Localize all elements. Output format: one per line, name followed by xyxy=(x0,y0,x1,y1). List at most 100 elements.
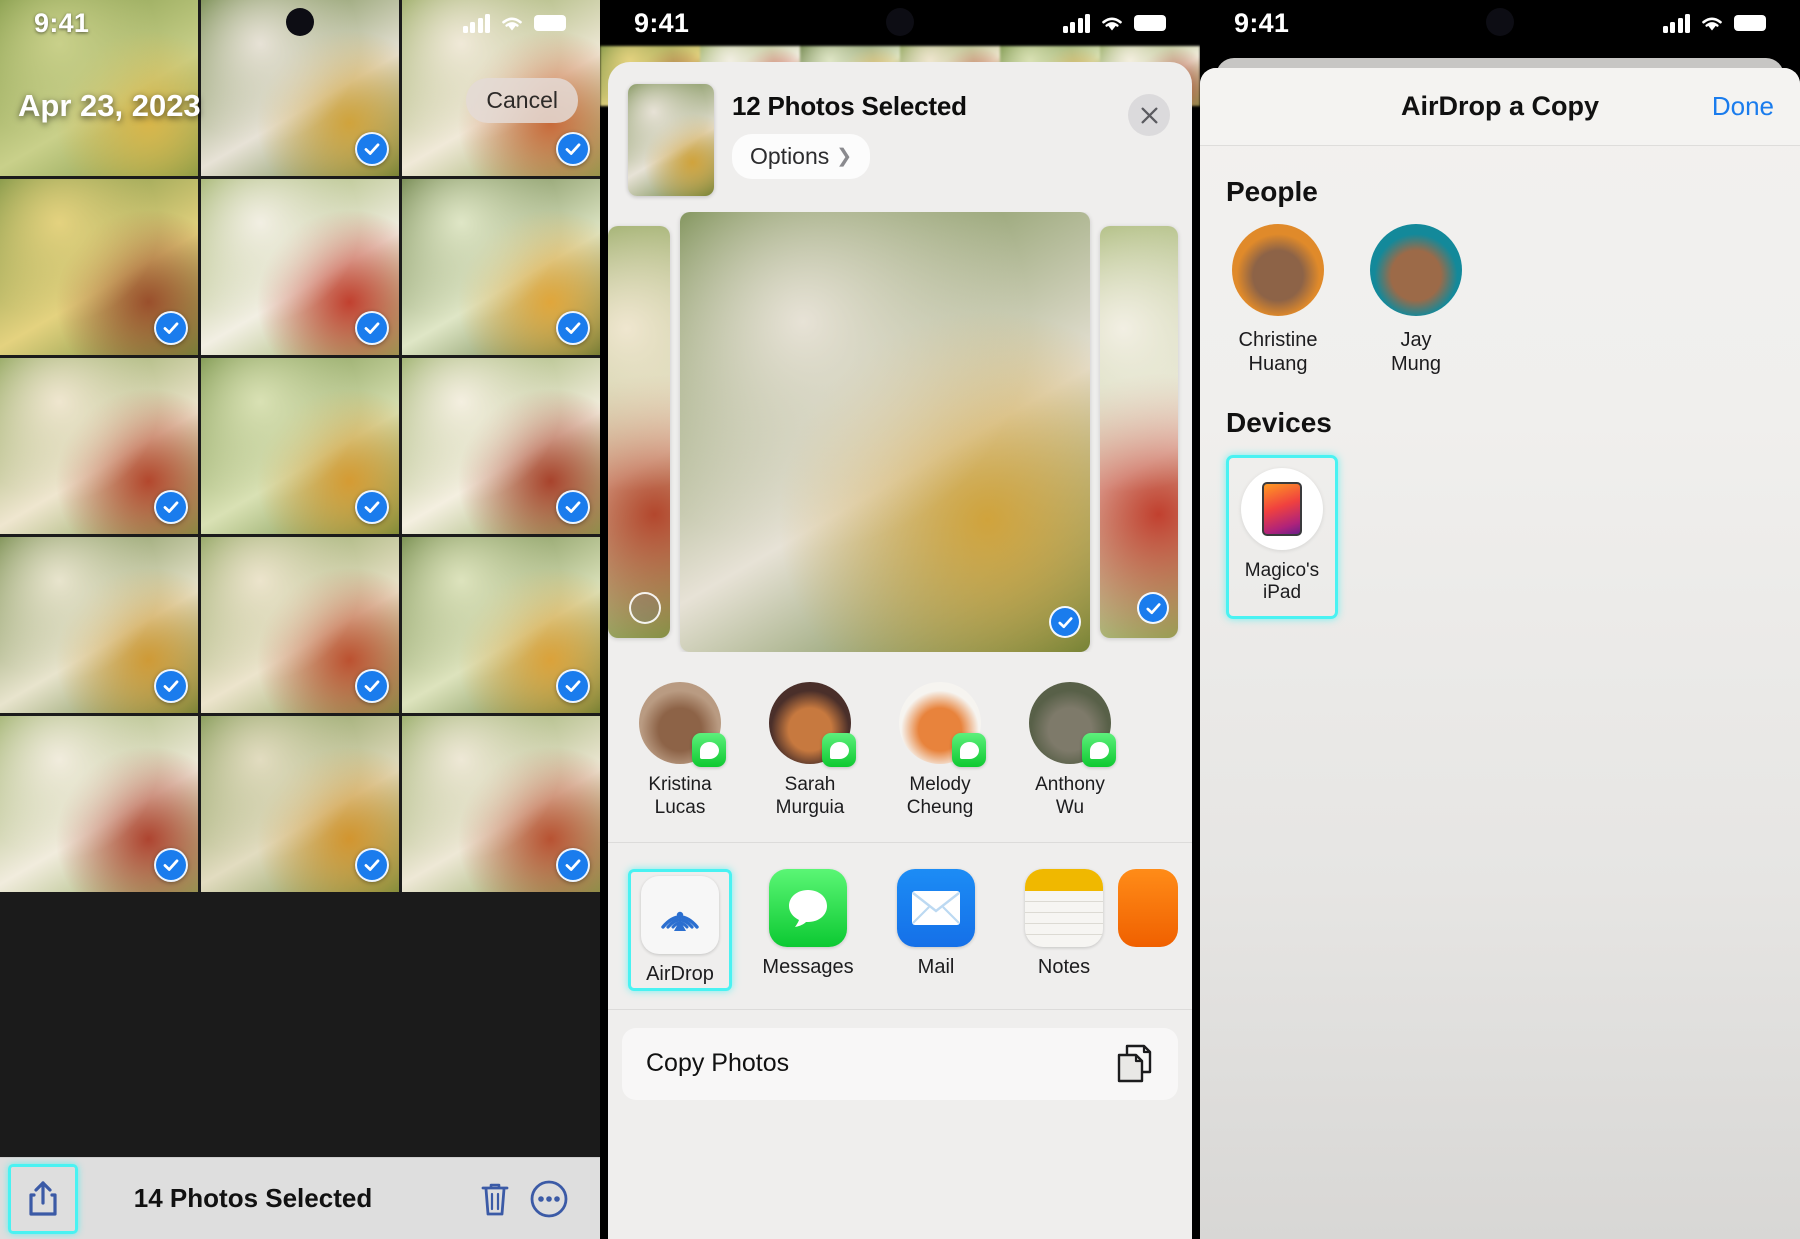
app-label: Messages xyxy=(762,955,854,978)
three-panel-screenshot: 9:41 Apr 23, 2023 Cancel 14 Photos Selec… xyxy=(0,0,1800,1239)
contact-suggestion[interactable]: Anthony Wu xyxy=(1024,682,1116,820)
contact-name: Kristina Lucas xyxy=(648,774,712,818)
mail-icon xyxy=(897,868,975,947)
photo-grid-cell[interactable] xyxy=(0,358,198,534)
photo-grid-cell[interactable] xyxy=(201,537,399,713)
app-label: Notes xyxy=(1037,955,1091,978)
photo-current[interactable] xyxy=(680,212,1090,652)
cellular-bars-icon xyxy=(1662,13,1690,33)
contact-suggestion[interactable]: Sarah Murguia xyxy=(764,682,856,820)
avatar xyxy=(1029,682,1116,767)
photo-grid-cell[interactable] xyxy=(402,179,600,355)
share-app-partial[interactable] xyxy=(1118,868,1178,947)
panel-share-sheet: 9:41 12 Photos Selected Options ❯ Kristi… xyxy=(600,0,1200,1239)
done-button[interactable]: Done xyxy=(1712,91,1774,122)
cellular-bars-icon xyxy=(1062,13,1090,33)
status-bar: 9:41 xyxy=(1200,0,1800,46)
contact-suggestion[interactable]: Kristina Lucas xyxy=(634,682,726,820)
airdrop-person[interactable]: Jay Mung xyxy=(1364,224,1468,377)
wifi-icon xyxy=(1102,17,1122,30)
share-sheet-header-text: 12 Photos Selected Options ❯ xyxy=(732,84,967,179)
photo-grid-cell[interactable] xyxy=(0,179,198,355)
selected-checkmark-icon xyxy=(154,848,188,882)
close-button[interactable] xyxy=(1128,94,1170,136)
unselected-circle-icon xyxy=(629,592,661,624)
share-sheet-title: 12 Photos Selected xyxy=(732,91,967,121)
airdrop-device[interactable]: Magico's iPad xyxy=(1226,454,1338,619)
photo-grid-cell[interactable] xyxy=(201,716,399,892)
photo-previous[interactable] xyxy=(608,226,670,638)
messages-badge-icon xyxy=(692,733,726,767)
selected-photo-thumbnail xyxy=(628,84,714,196)
share-app-notes[interactable]: Notes xyxy=(1012,868,1116,979)
contact-name: Melody Cheung xyxy=(906,774,974,818)
selected-checkmark-icon xyxy=(355,848,389,882)
wifi-icon xyxy=(502,17,522,30)
airdrop-navbar: AirDrop a Copy Done xyxy=(1200,68,1800,146)
airdrop-icon xyxy=(641,875,719,954)
avatar xyxy=(1370,224,1462,316)
selected-checkmark-icon xyxy=(355,132,389,166)
photo-carousel[interactable] xyxy=(608,212,1192,652)
delete-button[interactable] xyxy=(468,1180,522,1218)
airdrop-person[interactable]: Christine Huang xyxy=(1226,224,1330,377)
photo-grid-cell[interactable] xyxy=(0,537,198,713)
selected-checkmark-icon xyxy=(154,311,188,345)
battery-icon xyxy=(1134,15,1166,31)
share-sheet: 12 Photos Selected Options ❯ Kristina Luc… xyxy=(608,62,1192,1239)
dynamic-island xyxy=(886,8,914,36)
share-app-messages[interactable]: Messages xyxy=(756,868,860,979)
photo-grid-cell[interactable] xyxy=(402,537,600,713)
options-button[interactable]: Options ❯ xyxy=(732,134,871,179)
selection-count-label: 14 Photos Selected xyxy=(133,1183,373,1213)
messages-badge-icon xyxy=(822,733,856,767)
photo-next[interactable] xyxy=(1100,226,1178,638)
status-indicators xyxy=(1662,13,1766,33)
share-app-airdrop[interactable]: AirDrop xyxy=(628,868,732,991)
photo-grid-cell[interactable] xyxy=(0,716,198,892)
contact-name: Sarah Murguia xyxy=(775,774,845,818)
more-ellipsis-icon xyxy=(530,1180,568,1217)
avatar xyxy=(899,682,986,767)
panel-airdrop-sheet: 9:41 AirDrop a Copy Done People Christin… xyxy=(1200,0,1800,1239)
photo-grid-cell[interactable] xyxy=(201,358,399,534)
cancel-button[interactable]: Cancel xyxy=(466,78,578,123)
photo-grid-cell[interactable] xyxy=(402,358,600,534)
dynamic-island xyxy=(1486,8,1514,36)
status-indicators xyxy=(1062,13,1166,33)
messages-icon xyxy=(769,868,847,947)
airdrop-title: AirDrop a Copy xyxy=(1400,91,1600,121)
more-options-button[interactable] xyxy=(522,1179,576,1219)
selected-checkmark-icon xyxy=(1137,592,1169,624)
selected-checkmark-icon xyxy=(556,848,590,882)
selected-checkmark-icon xyxy=(355,490,389,524)
avatar xyxy=(639,682,726,767)
photo-grid-cell[interactable] xyxy=(402,716,600,892)
airdrop-sheet: AirDrop a Copy Done People Christine Huan… xyxy=(1200,68,1800,1239)
selected-checkmark-icon xyxy=(556,311,590,345)
person-name: Christine Huang xyxy=(1238,329,1318,376)
battery-icon xyxy=(1734,15,1766,31)
photo-grid xyxy=(0,0,600,892)
share-sheet-header: 12 Photos Selected Options ❯ xyxy=(608,62,1192,212)
selection-toolbar: 14 Photos Selected xyxy=(0,1157,600,1239)
cellular-bars-icon xyxy=(462,13,490,33)
selected-checkmark-icon xyxy=(355,669,389,703)
close-icon xyxy=(1141,107,1157,123)
suggested-contacts-row: Kristina Lucas Sarah Murguia Melody Cheung Ant… xyxy=(608,652,1192,843)
date-header: Apr 23, 2023 xyxy=(18,88,201,123)
messages-badge-icon xyxy=(1082,733,1116,767)
contact-suggestion[interactable]: Melody Cheung xyxy=(894,682,986,820)
wifi-icon xyxy=(1702,17,1722,30)
photo-grid-cell[interactable] xyxy=(201,179,399,355)
copy-photos-action[interactable]: Copy Photos xyxy=(622,1027,1178,1100)
status-time: 9:41 xyxy=(34,7,90,38)
device-avatar xyxy=(1241,467,1323,550)
selected-checkmark-icon xyxy=(154,490,188,524)
share-app-mail[interactable]: Mail xyxy=(884,868,988,979)
person-name: Jay Mung xyxy=(1390,329,1442,376)
ipad-icon xyxy=(1262,481,1302,536)
app-label: Mail xyxy=(917,955,955,978)
messages-badge-icon xyxy=(952,733,986,767)
copy-icon xyxy=(1117,1044,1152,1082)
